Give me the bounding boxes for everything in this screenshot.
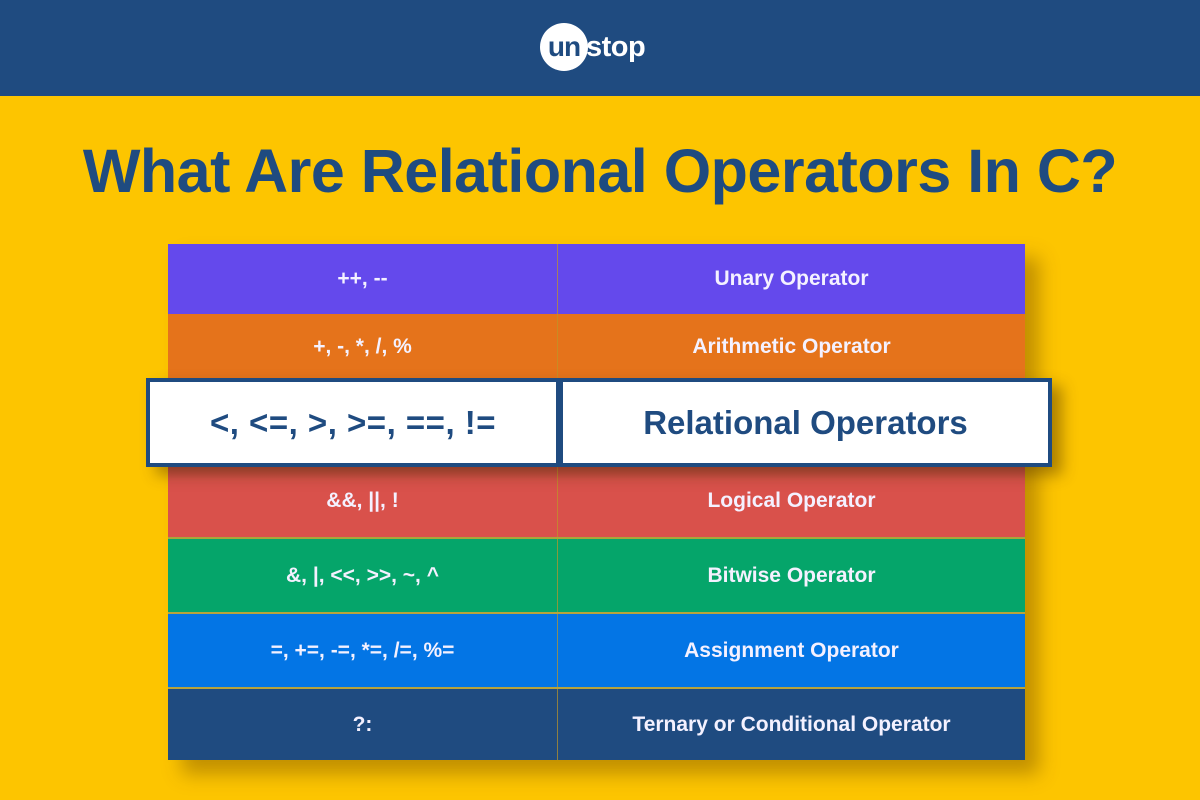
operator-type-cell: Logical Operator [558, 465, 1025, 537]
operators-cell: ++, -- [168, 244, 558, 314]
operator-type-label: Unary Operator [714, 267, 869, 290]
operator-type-label: Logical Operator [707, 489, 876, 512]
operators-cell: ?: [168, 689, 558, 760]
table-row-arithmetic: +, -, *, /, % Arithmetic Operator [168, 314, 1025, 380]
operator-type-label: Assignment Operator [684, 638, 899, 662]
operator-type-cell: Assignment Operator [558, 614, 1025, 687]
logo-text: stop [586, 30, 646, 63]
operators-cell: &, |, <<, >>, ~, ^ [168, 539, 558, 612]
operator-type-cell: Unary Operator [558, 244, 1025, 314]
page-title: What Are Relational Operators In C? [82, 137, 1118, 205]
table-row-unary: ++, -- Unary Operator [168, 244, 1025, 314]
logo-circle: un [540, 23, 588, 71]
table-row-logical: &&, ||, ! Logical Operator [168, 465, 1025, 537]
operators-cell: =, +=, -=, *=, /=, %= [168, 614, 558, 687]
operator-type-cell: Arithmetic Operator [558, 314, 1025, 380]
operators-cell: &&, ||, ! [168, 465, 558, 537]
unstop-logo[interactable]: un stop [540, 22, 646, 72]
table-row-bitwise: &, |, <<, >>, ~, ^ Bitwise Operator [168, 537, 1025, 612]
table-row-assignment: =, +=, -=, *=, /=, %= Assignment Operato… [168, 612, 1025, 687]
logo-circle-text: un [547, 31, 581, 62]
operator-type-label: Arithmetic Operator [692, 335, 891, 358]
operator-type-label: Bitwise Operator [707, 563, 876, 587]
relational-type-cell: Relational Operators [560, 378, 1052, 467]
operator-type-cell: Ternary or Conditional Operator [558, 689, 1025, 760]
header-bar: un stop [0, 0, 1200, 96]
table-row-relational-highlighted: <, <=, >, >=, ==, != Relational Operator… [146, 378, 1052, 467]
operators-cell: +, -, *, /, % [168, 314, 558, 380]
operator-type-label: Ternary or Conditional Operator [632, 712, 951, 736]
table-row-ternary: ?: Ternary or Conditional Operator [168, 687, 1025, 760]
operator-type-cell: Bitwise Operator [558, 539, 1025, 612]
relational-operators-cell: <, <=, >, >=, ==, != [146, 378, 560, 467]
